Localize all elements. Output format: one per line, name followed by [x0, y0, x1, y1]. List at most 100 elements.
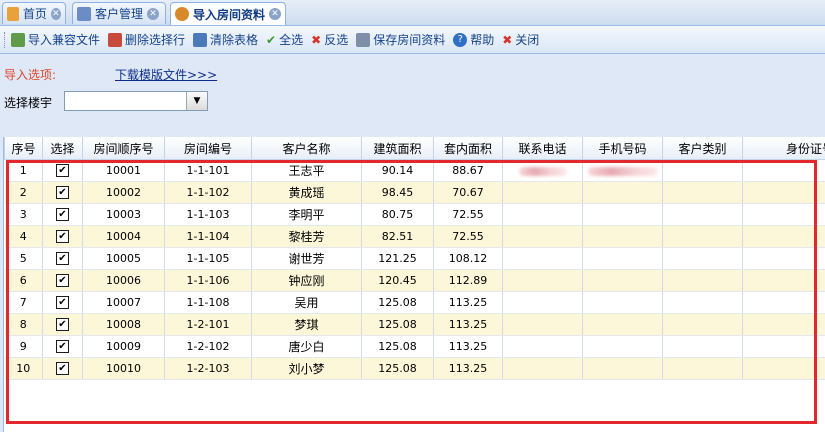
close-button[interactable]: ✖ 关闭	[502, 31, 539, 48]
row-checkbox[interactable]: ✔	[56, 208, 69, 222]
building-select[interactable]: ▼	[64, 91, 208, 111]
invert-label: 反选	[324, 33, 349, 47]
import-button[interactable]: 导入兼容文件	[11, 31, 100, 48]
row-checkbox[interactable]: ✔	[56, 186, 69, 200]
cell-inner-area: 112.89	[433, 269, 503, 292]
cell-index: 8	[4, 313, 43, 336]
select-all-button[interactable]: ✔ 全选	[266, 31, 303, 48]
cell-select[interactable]: ✔	[42, 313, 83, 336]
column-header[interactable]: 建筑面积	[361, 137, 434, 160]
cell-building-area: 121.25	[361, 247, 434, 270]
column-header[interactable]: 客户名称	[251, 137, 362, 160]
toolbar-grip	[4, 31, 7, 48]
cell-room-seq: 10007	[82, 291, 165, 314]
cell-select[interactable]: ✔	[42, 225, 83, 248]
cell-select[interactable]: ✔	[42, 203, 83, 226]
cell-select[interactable]: ✔	[42, 269, 83, 292]
column-header[interactable]: 身份证号	[742, 137, 825, 160]
download-template-link[interactable]: 下载模版文件>>>	[115, 66, 217, 83]
row-checkbox[interactable]: ✔	[56, 274, 69, 288]
row-checkbox[interactable]: ✔	[56, 296, 69, 310]
cell-select[interactable]: ✔	[42, 357, 83, 380]
clear-table-button[interactable]: 清除表格	[193, 31, 258, 48]
cell-building-area: 90.14	[361, 159, 434, 182]
table-row[interactable]: 5 ✔ 10005 1-1-105 谢世芳 121.25 108.12	[4, 247, 825, 270]
cell-room-number: 1-2-103	[164, 357, 252, 380]
invert-selection-button[interactable]: ✖ 反选	[311, 31, 348, 48]
cell-customer-name: 吴用	[251, 291, 362, 314]
cell-mobile	[582, 159, 663, 182]
column-header[interactable]: 房间顺序号	[82, 137, 165, 160]
column-header[interactable]: 手机号码	[582, 137, 663, 160]
column-header[interactable]: 序号	[4, 137, 43, 160]
row-checkbox[interactable]: ✔	[56, 340, 69, 354]
cell-inner-area: 113.25	[433, 335, 503, 358]
table-row[interactable]: 4 ✔ 10004 1-1-104 黎桂芳 82.51 72.55	[4, 225, 825, 248]
column-header[interactable]: 选择	[42, 137, 83, 160]
cell-building-area: 82.51	[361, 225, 434, 248]
cell-room-number: 1-1-105	[164, 247, 252, 270]
cell-index: 6	[4, 269, 43, 292]
tab-customer-management[interactable]: 客户管理 ✕	[72, 2, 166, 24]
save-room-data-button[interactable]: 保存房间资料	[356, 31, 445, 48]
table-row[interactable]: 6 ✔ 10006 1-1-106 钟应刚 120.45 112.89	[4, 269, 825, 292]
row-checkbox[interactable]: ✔	[56, 230, 69, 244]
help-button[interactable]: ? 帮助	[453, 31, 494, 48]
cell-select[interactable]: ✔	[42, 181, 83, 204]
table-row[interactable]: 1 ✔ 10001 1-1-101 王志平 90.14 88.67	[4, 159, 825, 182]
table-row[interactable]: 2 ✔ 10002 1-1-102 黄成瑶 98.45 70.67	[4, 181, 825, 204]
cell-id-number	[742, 203, 825, 226]
cell-room-number: 1-2-102	[164, 335, 252, 358]
delete-selected-button[interactable]: 删除选择行	[108, 31, 185, 48]
tab-label: 客户管理	[95, 7, 144, 21]
column-header[interactable]: 房间编号	[164, 137, 252, 160]
cell-customer-type	[662, 291, 743, 314]
cell-index: 3	[4, 203, 43, 226]
cell-phone	[502, 291, 583, 314]
tab-import-room-data[interactable]: 导入房间资料 ✕	[170, 2, 286, 25]
row-checkbox[interactable]: ✔	[56, 164, 69, 178]
cell-customer-type	[662, 181, 743, 204]
cell-customer-type	[662, 203, 743, 226]
cell-select[interactable]: ✔	[42, 247, 83, 270]
cell-index: 2	[4, 181, 43, 204]
table-row[interactable]: 3 ✔ 10003 1-1-103 李明平 80.75 72.55	[4, 203, 825, 226]
cell-customer-name: 唐少白	[251, 335, 362, 358]
cell-building-area: 80.75	[361, 203, 434, 226]
column-header[interactable]: 客户类别	[662, 137, 743, 160]
tab-home[interactable]: 首页 ✕	[2, 2, 66, 24]
cell-id-number	[742, 357, 825, 380]
cell-customer-type	[662, 313, 743, 336]
redacted-value	[587, 166, 658, 176]
room-data-grid: 序号 选择 房间顺序号 房间编号 客户名称 建筑面积 套内面积 联系电话 手机号…	[3, 137, 825, 432]
cell-mobile	[582, 357, 663, 380]
cell-room-number: 1-1-108	[164, 291, 252, 314]
table-row[interactable]: 7 ✔ 10007 1-1-108 吴用 125.08 113.25	[4, 291, 825, 314]
cell-inner-area: 88.67	[433, 159, 503, 182]
table-row[interactable]: 9 ✔ 10009 1-2-102 唐少白 125.08 113.25	[4, 335, 825, 358]
cell-id-number	[742, 225, 825, 248]
cell-id-number	[742, 313, 825, 336]
cell-phone	[502, 225, 583, 248]
cell-select[interactable]: ✔	[42, 291, 83, 314]
column-header[interactable]: 套内面积	[433, 137, 503, 160]
table-row[interactable]: 8 ✔ 10008 1-2-101 梦琪 125.08 113.25	[4, 313, 825, 336]
cell-phone	[502, 181, 583, 204]
column-header[interactable]: 联系电话	[502, 137, 583, 160]
row-checkbox[interactable]: ✔	[56, 252, 69, 266]
row-checkbox[interactable]: ✔	[56, 318, 69, 332]
cell-inner-area: 70.67	[433, 181, 503, 204]
row-checkbox[interactable]: ✔	[56, 362, 69, 376]
close-icon[interactable]: ✕	[50, 7, 61, 20]
cell-mobile	[582, 269, 663, 292]
chevron-down-icon[interactable]: ▼	[186, 92, 207, 110]
table-row[interactable]: 10 ✔ 10010 1-2-103 刘小梦 125.08 113.25	[4, 357, 825, 380]
cell-select[interactable]: ✔	[42, 159, 83, 182]
cell-customer-name: 梦琪	[251, 313, 362, 336]
close-icon[interactable]: ✕	[269, 8, 281, 20]
select-all-label: 全选	[279, 33, 304, 47]
cell-inner-area: 72.55	[433, 203, 503, 226]
cell-select[interactable]: ✔	[42, 335, 83, 358]
cell-index: 1	[4, 159, 43, 182]
close-icon[interactable]: ✕	[147, 7, 160, 20]
